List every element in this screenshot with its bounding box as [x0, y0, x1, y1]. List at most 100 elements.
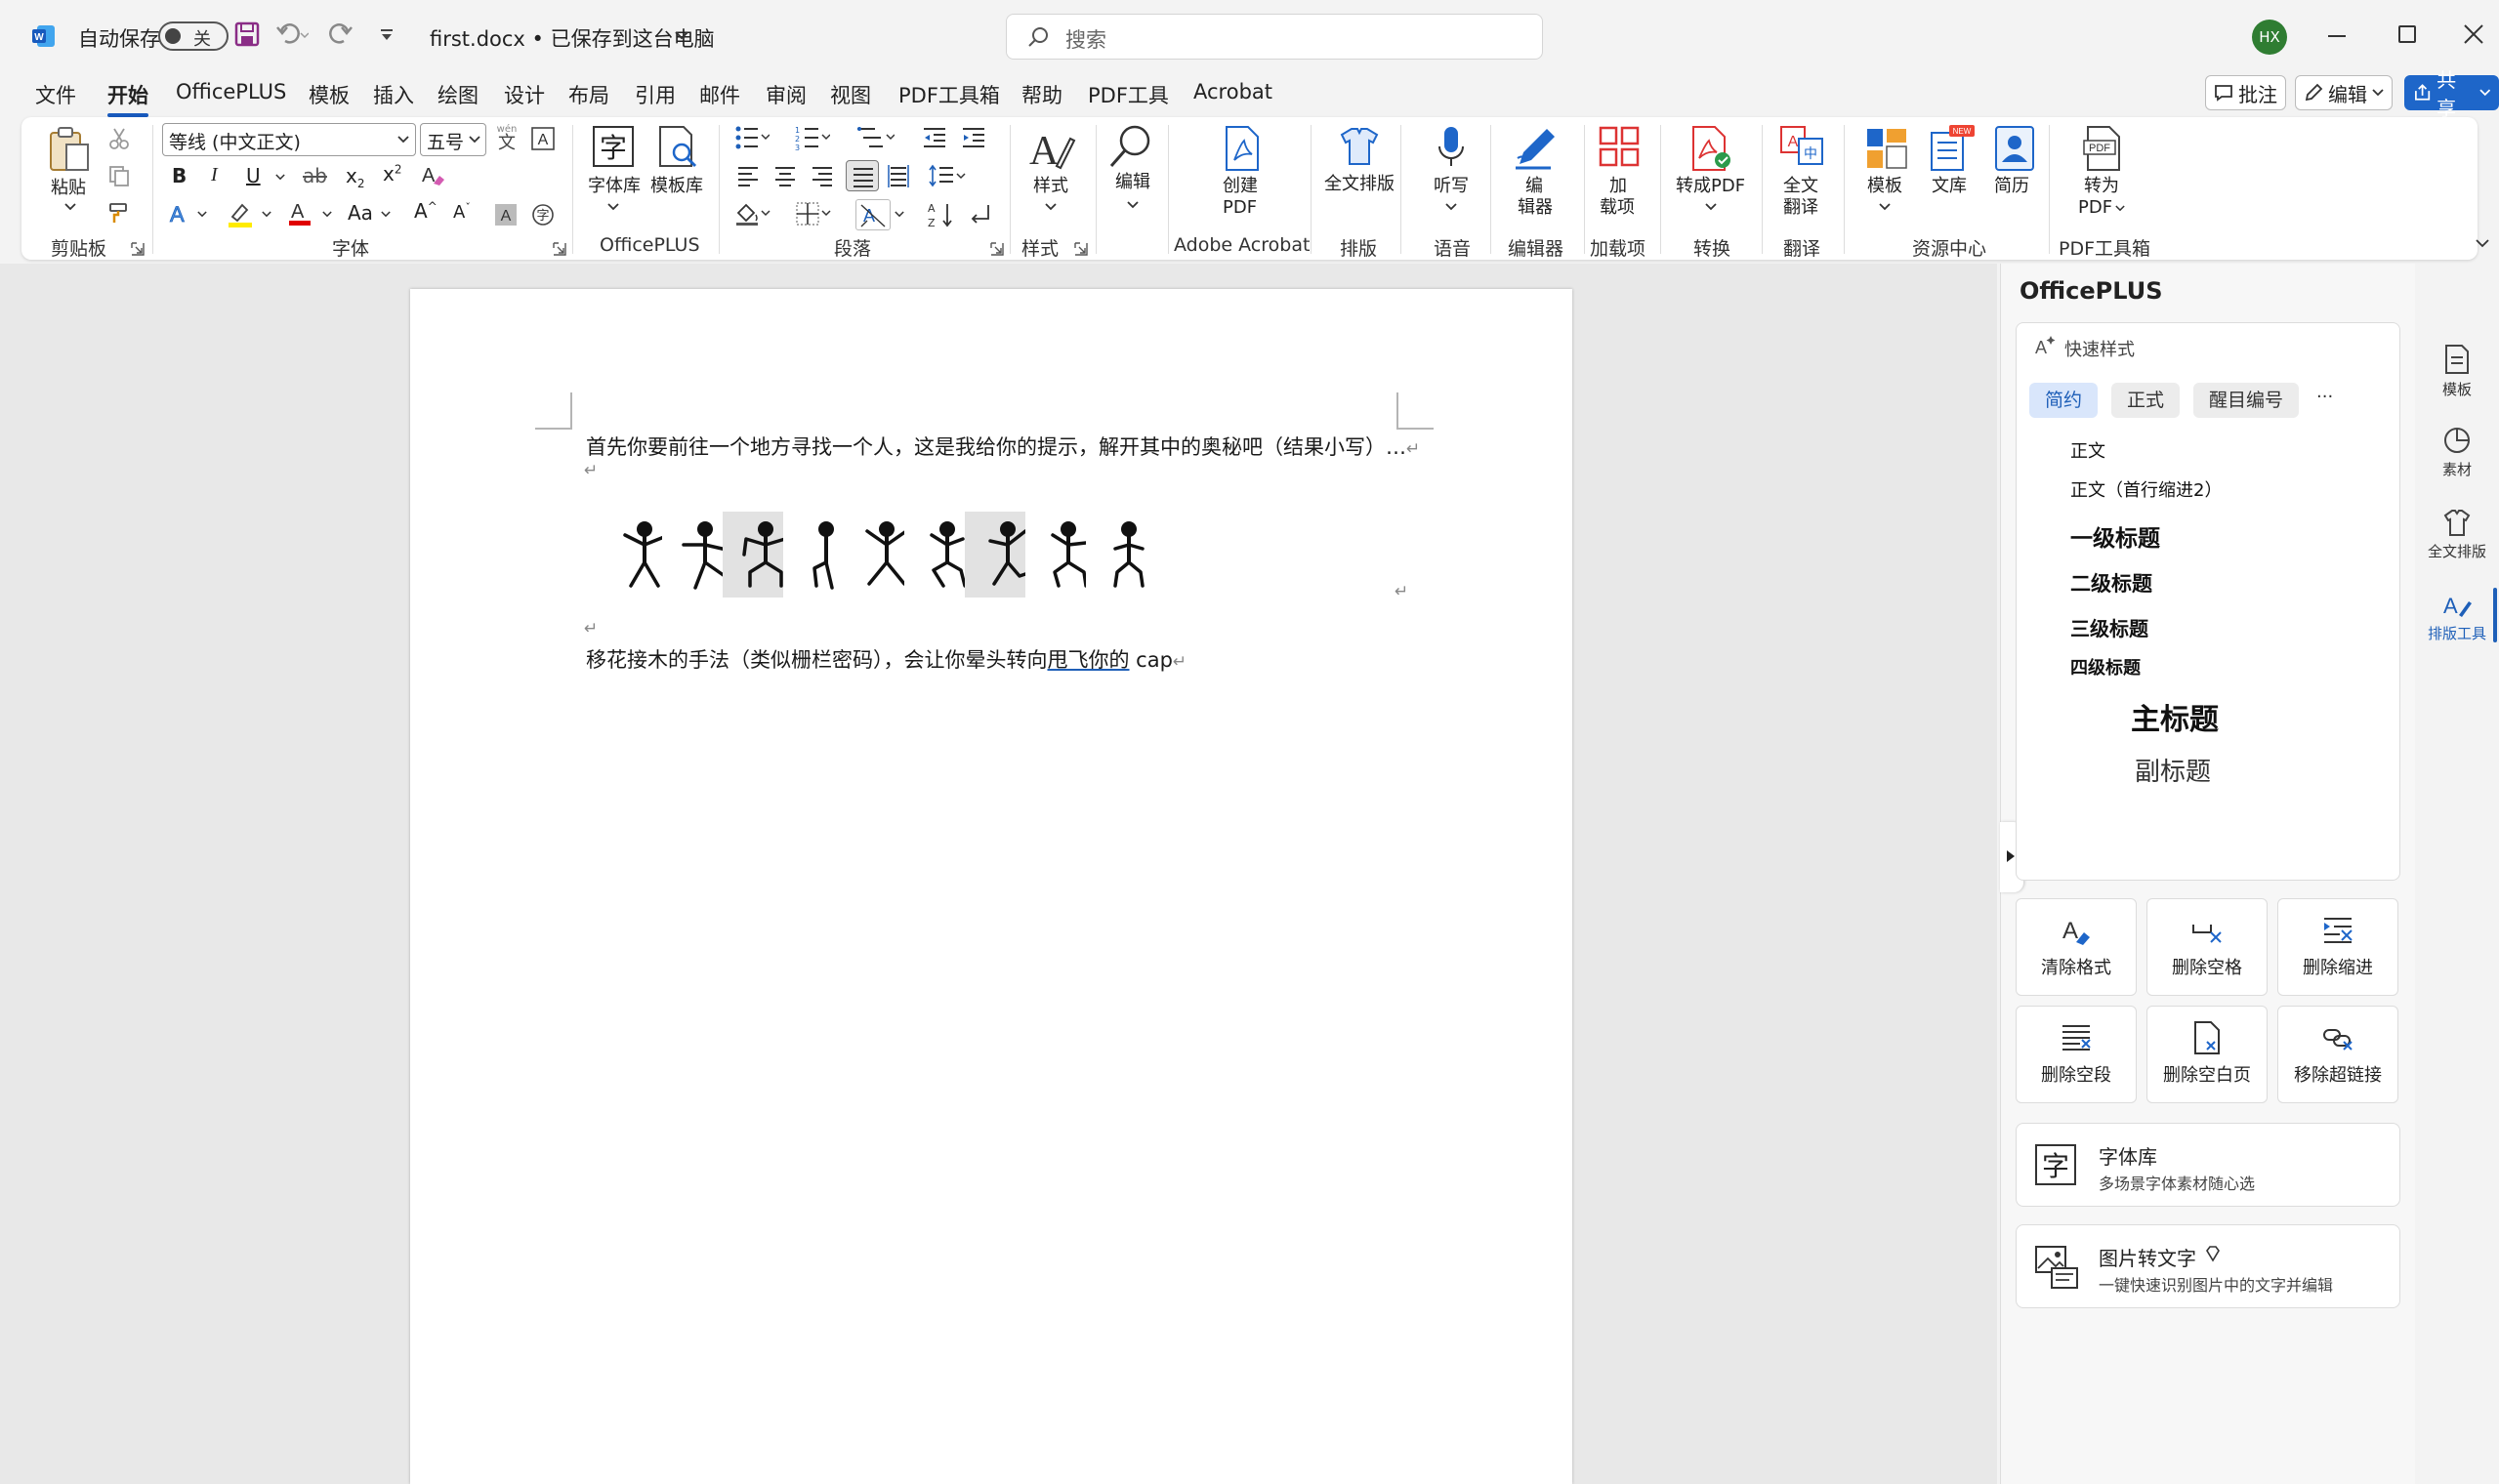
template-icon[interactable] — [1865, 125, 1908, 172]
tab-view[interactable]: 视图 — [830, 80, 871, 109]
line-spacing-icon[interactable] — [928, 164, 967, 189]
chip-simple[interactable]: 简约 — [2029, 383, 2098, 418]
redo-icon[interactable] — [328, 21, 354, 47]
create-pdf-line2[interactable]: PDF — [1223, 197, 1257, 219]
font-size-combo[interactable]: 五号 — [420, 123, 486, 156]
customize-qat-icon[interactable] — [379, 29, 395, 41]
increase-indent-icon[interactable] — [961, 125, 986, 150]
justify-icon[interactable] — [846, 160, 879, 191]
tab-pdf-toolbox[interactable]: PDF工具箱 — [898, 80, 1000, 109]
font-library-icon[interactable]: 字 — [592, 125, 635, 168]
distributed-icon[interactable] — [887, 164, 910, 187]
addins-line2[interactable]: 载项 — [1600, 197, 1635, 219]
tab-acrobat[interactable]: Acrobat — [1193, 80, 1272, 103]
close-icon[interactable] — [2463, 23, 2484, 45]
remove-empty-paragraphs-tool[interactable]: 删除空段 — [2016, 1006, 2137, 1103]
more-chips-button[interactable]: ··· — [2316, 387, 2333, 407]
addins-icon[interactable] — [1598, 125, 1641, 168]
phonetic-guide-icon[interactable]: wén 文 — [494, 125, 520, 152]
style-heading-2[interactable]: 二级标题 — [2070, 568, 2152, 598]
rail-layout-tools[interactable]: A 排版工具 — [2415, 590, 2499, 643]
font-color-icon[interactable]: A — [287, 199, 312, 227]
resume-icon[interactable] — [1994, 125, 2035, 172]
document-line-1[interactable]: 首先你要前往一个地方寻找一个人，这是我给你的提示，解开其中的奥秘吧（结果小写）…… — [586, 432, 1420, 461]
underline-button[interactable]: U — [246, 164, 261, 187]
dialog-launcher-icon[interactable] — [131, 242, 145, 256]
strikethrough-button[interactable]: ab — [303, 164, 327, 187]
dialog-launcher-icon[interactable] — [1074, 242, 1088, 256]
style-heading-4[interactable]: 四级标题 — [2070, 654, 2141, 680]
addins-line1[interactable]: 加 — [1609, 176, 1627, 197]
editor-line2[interactable]: 辑器 — [1518, 197, 1553, 219]
remove-indent-tool[interactable]: 删除缩进 — [2277, 898, 2398, 996]
editor-icon[interactable] — [1512, 125, 1559, 172]
chevron-down-icon[interactable] — [1705, 203, 1717, 211]
document-line-2[interactable]: 移花接木的手法（类似栅栏密码），会让你晕头转向甩飞你的 cap↵ — [586, 644, 1187, 674]
tab-officeplus[interactable]: OfficePLUS — [176, 80, 286, 103]
style-heading-1[interactable]: 一级标题 — [2070, 519, 2160, 553]
sort-icon[interactable]: AZ — [928, 201, 955, 228]
numbering-icon[interactable]: 123 — [795, 125, 830, 150]
editing-button[interactable]: 编辑 — [1115, 172, 1150, 193]
subscript-button[interactable]: x2 — [346, 164, 364, 190]
multilevel-list-icon[interactable] — [855, 125, 895, 150]
remove-hyperlinks-tool[interactable]: 移除超链接 — [2277, 1006, 2398, 1103]
copy-icon[interactable] — [107, 164, 131, 187]
chevron-down-icon[interactable] — [322, 211, 332, 218]
chevron-down-icon[interactable] — [262, 211, 271, 218]
tab-templates[interactable]: 模板 — [309, 80, 350, 109]
align-right-icon[interactable] — [811, 164, 834, 187]
chevron-down-icon[interactable] — [381, 211, 391, 218]
tab-home[interactable]: 开始 — [107, 80, 148, 117]
dictate-button[interactable]: 听写 — [1434, 176, 1469, 197]
full-layout-button[interactable]: 全文排版 — [1324, 174, 1395, 195]
document-title[interactable]: first.docx • 已保存到这台电脑 — [430, 23, 715, 53]
to-pdf-line1[interactable]: 转为 — [2084, 176, 2119, 197]
character-border-icon[interactable]: A — [531, 127, 555, 150]
dialog-launcher-icon[interactable] — [553, 242, 566, 256]
avatar[interactable]: HX — [2252, 20, 2287, 55]
library-button[interactable]: 文库 — [1932, 176, 1967, 197]
clear-formatting-icon[interactable]: A — [420, 162, 445, 187]
font-name-combo[interactable]: 等线 (中文正文) — [162, 123, 416, 156]
translate-line1[interactable]: 全文 — [1783, 176, 1818, 197]
to-pdf-icon[interactable]: PDF — [2082, 125, 2125, 172]
translate-line2[interactable]: 翻译 — [1783, 197, 1818, 219]
bold-button[interactable]: B — [172, 164, 187, 187]
chevron-down-icon[interactable] — [674, 29, 689, 41]
chevron-down-icon[interactable] — [275, 174, 285, 181]
tab-help[interactable]: 帮助 — [1021, 80, 1062, 109]
rail-full-layout[interactable]: 全文排版 — [2415, 508, 2499, 561]
cut-icon[interactable] — [107, 127, 131, 150]
remove-spaces-tool[interactable]: 删除空格 — [2146, 898, 2268, 996]
search-box[interactable]: 搜索 — [1006, 14, 1543, 60]
text-effects-icon[interactable]: A — [168, 201, 193, 225]
tab-pdf-tools[interactable]: PDF工具 — [1088, 80, 1169, 109]
editing-mode-button[interactable]: 编辑 — [2295, 75, 2393, 110]
template-library-icon[interactable] — [656, 125, 699, 170]
font-library-button[interactable]: 字体库 — [588, 176, 641, 197]
rail-materials[interactable]: 素材 — [2415, 426, 2499, 479]
bullets-icon[interactable] — [734, 125, 770, 150]
chevron-down-icon[interactable] — [64, 203, 76, 211]
minimize-icon[interactable] — [2328, 35, 2346, 37]
align-left-icon[interactable] — [736, 164, 760, 187]
chevron-down-icon[interactable] — [1879, 203, 1891, 211]
chip-formal[interactable]: 正式 — [2111, 383, 2180, 418]
translate-icon[interactable]: A中 — [1779, 125, 1824, 168]
style-body[interactable]: 正文 — [2070, 437, 2105, 463]
comments-button[interactable]: 批注 — [2205, 75, 2286, 110]
undo-icon[interactable] — [275, 21, 309, 47]
document-page[interactable]: 首先你要前往一个地方寻找一个人，这是我给你的提示，解开其中的奥秘吧（结果小写）…… — [410, 289, 1572, 1484]
show-paragraph-marks-icon[interactable] — [967, 201, 992, 227]
paste-icon[interactable] — [47, 125, 92, 174]
tab-mailings[interactable]: 邮件 — [699, 80, 740, 109]
clear-format-tool[interactable]: A 清除格式 — [2016, 898, 2137, 996]
style-title[interactable]: 主标题 — [2131, 695, 2219, 738]
chevron-down-icon[interactable] — [1445, 203, 1457, 211]
font-library-card[interactable]: 字 字体库 多场景字体素材随心选 — [2016, 1123, 2400, 1207]
style-body-indent[interactable]: 正文（首行缩进2） — [2070, 476, 2222, 502]
remove-blank-pages-tool[interactable]: 删除空白页 — [2146, 1006, 2268, 1103]
tab-review[interactable]: 审阅 — [766, 80, 807, 109]
share-button[interactable]: 共享 — [2404, 68, 2499, 120]
